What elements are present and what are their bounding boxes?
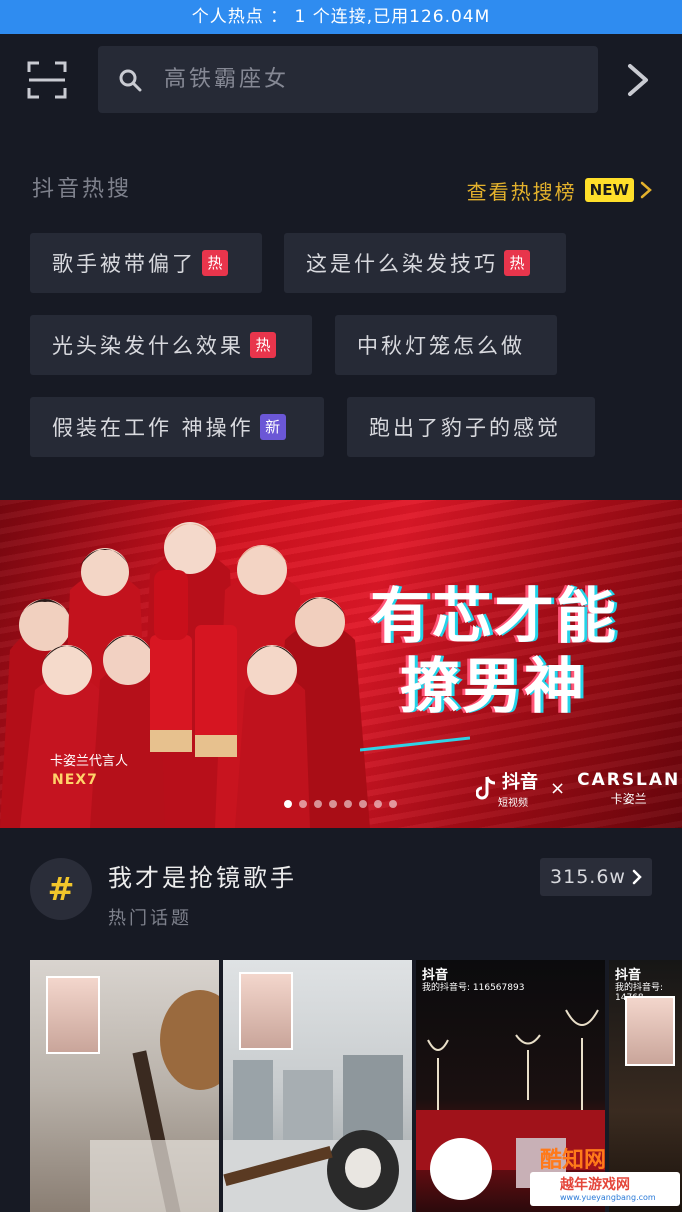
chevron-right-icon (640, 181, 652, 199)
duet-inset (625, 996, 675, 1066)
hot-search-chip[interactable]: 跑出了豹子的感觉 (347, 397, 595, 457)
chip-label: 歌手被带偏了 (52, 252, 196, 276)
banner-headline: 有芯才能 撩男神 (370, 582, 618, 722)
hot-search-chip[interactable]: 假装在工作 神操作 新 (30, 397, 324, 457)
new-badge: 新 (259, 414, 286, 440)
hashtag-icon: # (30, 858, 92, 920)
hot-search-title: 抖音热搜 (32, 177, 133, 202)
hot-badge: 热 (250, 332, 276, 358)
chip-label: 光头染发什么效果 (52, 334, 244, 358)
banner-headline-line1: 有芯才能 (370, 582, 618, 652)
new-badge: NEW (584, 178, 634, 202)
carousel-dot[interactable] (314, 800, 322, 808)
promo-banner[interactable]: 有芯才能 撩男神 卡姿兰代言人 NEX7 抖音 短视频 × CARSLAN 卡姿… (0, 500, 682, 828)
guitar-image (90, 990, 219, 1212)
city-dog-image (223, 1055, 412, 1212)
status-bar-text: 个人热点 ： 1 个连接,已用126.04M (191, 7, 491, 27)
status-bar: 个人热点 ： 1 个连接,已用126.04M (0, 0, 682, 34)
banner-group-logo: NEX7 (52, 772, 98, 788)
watermark-url: www.yueyangbang.com (560, 1193, 656, 1202)
carousel-dots[interactable] (284, 800, 397, 808)
brand-douyin-sub: 短视频 (498, 797, 528, 809)
cyan-streak (360, 736, 470, 752)
brand-douyin: 抖音 (502, 771, 538, 793)
duet-inset (239, 972, 293, 1050)
topic-title: 我才是抢镜歌手 (108, 864, 297, 892)
douyin-logo-icon (476, 776, 496, 800)
brand-separator: × (550, 777, 566, 799)
hot-topic-row[interactable]: # 我才是抢镜歌手 热门话题 315.6w (0, 828, 682, 958)
carousel-dot[interactable] (344, 800, 352, 808)
carousel-dot[interactable] (389, 800, 397, 808)
carousel-dot[interactable] (299, 800, 307, 808)
chip-label: 假装在工作 神操作 (52, 416, 254, 440)
video-thumbnail[interactable] (30, 960, 219, 1212)
banner-headline-line2: 撩男神 (400, 652, 586, 722)
topic-count: 315.6w (550, 866, 626, 888)
search-icon (119, 69, 142, 92)
search-row: 高铁霸座女 (0, 34, 682, 128)
hot-search-chip[interactable]: 歌手被带偏了 热 (30, 233, 262, 293)
watermark-name: 酷知网 (540, 1148, 607, 1173)
watermark-logo-icon (430, 1138, 492, 1200)
video-douyin-id: 我的抖音号: 116567893 (422, 983, 525, 993)
chevron-right-icon (632, 869, 642, 885)
carousel-dot[interactable] (359, 800, 367, 808)
hot-search-chip[interactable]: 中秋灯笼怎么做 (335, 315, 557, 375)
chevron-right-icon[interactable] (622, 62, 654, 98)
video-thumbnail[interactable] (223, 960, 412, 1212)
topic-count-button[interactable]: 315.6w (540, 858, 652, 896)
hot-badge: 热 (202, 250, 228, 276)
banner-ambassador: 卡姿兰代言人 (50, 754, 129, 769)
brand-carslan: CARSLAN (577, 769, 681, 790)
watermark-cn: 越年游戏网 (560, 1177, 630, 1193)
hot-search-header: 抖音热搜 查看热搜榜 NEW (32, 170, 652, 210)
brand-carslan-sub: 卡姿兰 (610, 791, 647, 806)
chip-label: 跑出了豹子的感觉 (369, 416, 561, 440)
chip-label: 中秋灯笼怎么做 (357, 334, 525, 358)
carousel-dot[interactable] (284, 800, 292, 808)
banner-brand: 抖音 短视频 × CARSLAN 卡姿兰 (476, 768, 681, 809)
chip-label: 这是什么染发技巧 (306, 252, 498, 276)
carousel-dot[interactable] (374, 800, 382, 808)
watermark: 酷知网 越年游戏网 www.yueyangbang.com (430, 1138, 682, 1212)
topic-subtitle: 热门话题 (108, 908, 192, 929)
scan-icon[interactable] (27, 61, 67, 99)
hot-badge: 热 (504, 250, 530, 276)
view-hot-list-label: 查看热搜榜 (466, 179, 577, 204)
search-query: 高铁霸座女 (164, 67, 290, 92)
hot-search-chip[interactable]: 光头染发什么效果 热 (30, 315, 312, 375)
search-input[interactable]: 高铁霸座女 (98, 46, 598, 113)
view-hot-list-link[interactable]: 查看热搜榜 NEW (467, 170, 652, 210)
hot-search-chip[interactable]: 这是什么染发技巧 热 (284, 233, 566, 293)
carousel-dot[interactable] (329, 800, 337, 808)
